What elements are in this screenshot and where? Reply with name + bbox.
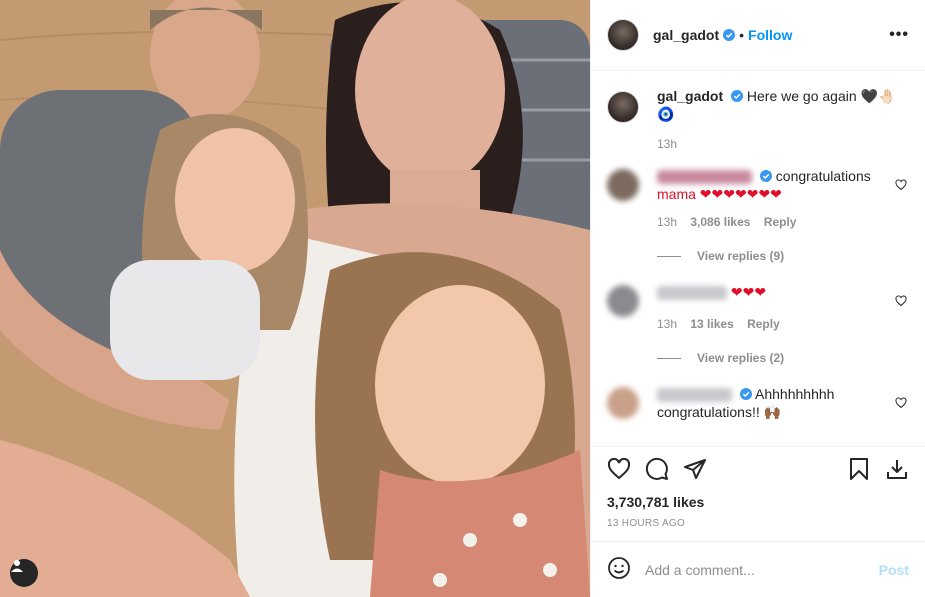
replies-divider [657,357,681,359]
action-bar [591,446,925,490]
caption-avatar[interactable] [607,91,639,123]
comment-item: congratulations mama ❤❤❤❤❤❤❤ 13h 3,086 l… [607,167,909,231]
verified-badge-icon [731,90,744,102]
share-icon[interactable] [683,457,707,481]
view-replies-label: View replies (2) [697,351,785,365]
download-icon[interactable] [885,457,909,481]
comment-time[interactable]: 13h [657,317,677,331]
post-photo[interactable] [0,0,590,597]
comment-avatar-blurred[interactable] [607,169,639,201]
verified-badge-icon [723,29,736,41]
author-username[interactable]: gal_gadot [653,27,719,43]
user-tag-icon[interactable] [10,559,38,587]
comment-time[interactable]: 13h [657,215,677,229]
post-header: gal_gadot • Follow ••• [591,0,925,71]
comment-text: Ahhhhhhhhh [755,386,835,402]
posted-time[interactable]: 13 HOURS AGO [591,510,925,541]
comment-text: congratulations [775,168,871,184]
likes-count[interactable]: 3,730,781 likes [591,490,925,510]
caption-username[interactable]: gal_gadot [657,88,723,104]
replies-divider [657,255,681,257]
follow-button[interactable]: Follow [748,27,792,43]
view-replies-button[interactable]: View replies (2) [657,351,909,365]
comment-text-line2: mama ❤❤❤❤❤❤❤ [657,186,782,202]
caption-text: Here we go again 🖤🤚🏻 [746,88,896,104]
bookmark-icon[interactable] [847,457,871,481]
comment-icon[interactable] [645,457,669,481]
photo-illustration [0,0,590,597]
more-options-icon[interactable]: ••• [889,26,909,44]
view-replies-label: View replies (9) [697,249,785,263]
comment-text: ❤❤❤ [730,284,767,300]
comment-item: ❤❤❤ 13h 13 likes Reply [607,283,909,333]
comment-item: Ahhhhhhhhh congratulations!! 🙌🏾 [607,385,909,421]
comment-input[interactable] [645,561,879,578]
emoji-icon[interactable] [607,556,631,583]
comment-text-line2: congratulations!! 🙌🏾 [657,404,782,420]
post-sidebar: gal_gadot • Follow ••• gal_gadot Here we… [590,0,925,597]
heart-icon[interactable] [607,457,631,481]
comment-username-blurred[interactable] [657,286,727,301]
author-avatar[interactable] [607,19,639,51]
comment-username-blurred[interactable] [657,388,732,403]
reply-button[interactable]: Reply [747,317,780,331]
caption-text-line2: 🧿 [657,106,675,122]
verified-badge-icon [759,170,772,182]
post-comment-button[interactable]: Post [879,562,909,578]
comment-avatar-blurred[interactable] [607,387,639,419]
verified-badge-icon [739,388,752,400]
heart-icon[interactable] [895,295,907,307]
header-separator: • [739,27,745,43]
view-replies-button[interactable]: View replies (9) [657,249,909,263]
caption-time[interactable]: 13h [657,135,895,153]
comment-likes[interactable]: 3,086 likes [690,215,750,229]
comment-username-blurred[interactable] [657,170,752,185]
comment-likes[interactable]: 13 likes [690,317,733,331]
comments-list[interactable]: gal_gadot Here we go again 🖤🤚🏻 🧿 13h con… [591,71,925,446]
caption: gal_gadot Here we go again 🖤🤚🏻 🧿 13h [607,87,909,153]
heart-icon[interactable] [895,397,907,409]
heart-icon[interactable] [895,179,907,191]
add-comment-bar: Post [591,541,925,597]
comment-avatar-blurred[interactable] [607,285,639,317]
reply-button[interactable]: Reply [764,215,797,229]
instagram-post: gal_gadot • Follow ••• gal_gadot Here we… [0,0,925,597]
